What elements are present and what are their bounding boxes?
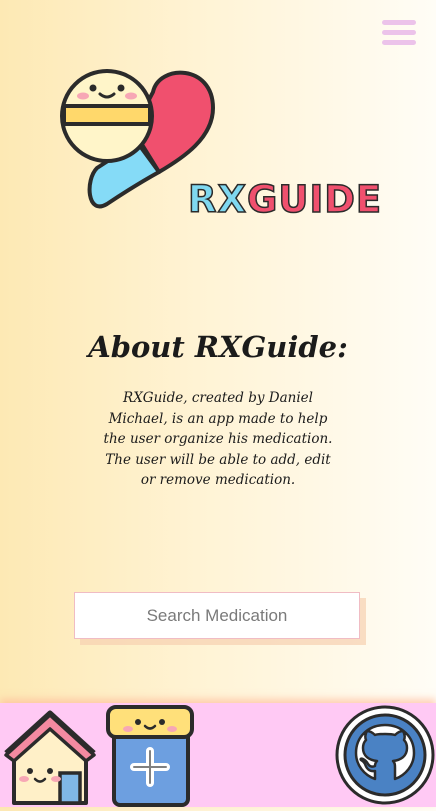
search-input[interactable] (74, 592, 360, 639)
brand-wordmark: RXGUIDE (187, 177, 383, 222)
about-text: RXGuide, created by Daniel Michael, is a… (103, 390, 333, 488)
home-icon (4, 710, 96, 805)
menu-bar (382, 40, 416, 45)
add-medication-button[interactable] (104, 703, 196, 807)
brand-guide: GUIDE (246, 177, 383, 222)
menu-bar (382, 20, 416, 25)
hamburger-menu-icon[interactable] (382, 18, 416, 48)
add-medication-icon (106, 705, 194, 807)
bottom-nav (0, 703, 436, 807)
github-icon (335, 705, 435, 805)
github-button[interactable] (334, 705, 436, 807)
menu-bar (382, 30, 416, 35)
home-button[interactable] (0, 703, 100, 807)
brand-rx: RX (187, 177, 248, 222)
search-container (74, 592, 366, 645)
about-title: About RXGuide: (88, 330, 348, 364)
